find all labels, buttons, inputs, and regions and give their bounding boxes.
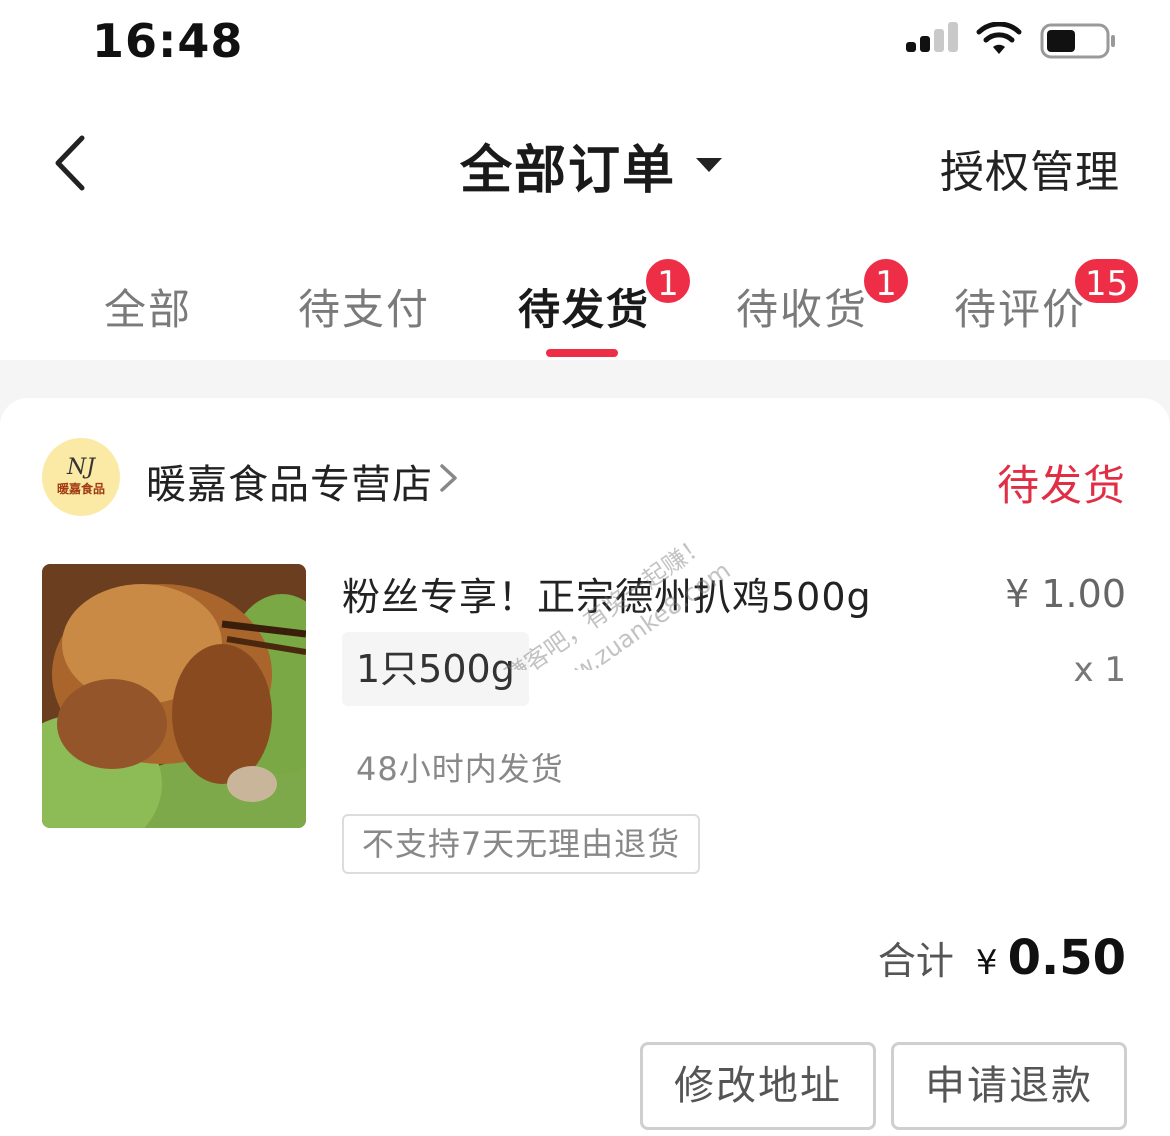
wifi-icon <box>976 22 1022 54</box>
chevron-right-icon[interactable] <box>436 460 462 496</box>
order-total: 合计 ¥ 0.50 <box>878 930 1126 986</box>
shop-logo[interactable]: NJ 暖嘉食品 <box>42 438 120 516</box>
product-image[interactable] <box>42 564 306 828</box>
total-amount: 0.50 <box>1007 930 1126 986</box>
tab-pending-payment[interactable]: 待支付 <box>298 276 430 337</box>
order-filter-dropdown[interactable]: 全部订单 <box>460 130 723 201</box>
tab-badge-pending-review: 15 <box>1072 256 1142 306</box>
page-title: 全部订单 <box>460 140 677 201</box>
shop-name[interactable]: 暖嘉食品专营店 <box>146 452 433 510</box>
tab-pending-review[interactable]: 待评价 <box>954 276 1086 337</box>
cellular-signal-icon <box>906 22 958 52</box>
order-status: 待发货 <box>996 461 1126 510</box>
active-tab-indicator <box>546 349 618 357</box>
shop-logo-mark: NJ <box>66 455 96 480</box>
tab-badge-pending-receipt: 1 <box>861 256 911 306</box>
return-policy-tag: 不支持7天无理由退货 <box>342 814 700 874</box>
shop-logo-text: 暖嘉食品 <box>56 482 105 496</box>
product-spec: 1只500g <box>342 632 529 706</box>
tab-badge-pending-shipment: 1 <box>643 256 693 306</box>
product-name[interactable]: 粉丝专享！正宗德州扒鸡500g <box>342 566 872 621</box>
tab-all[interactable]: 全部 <box>104 276 192 337</box>
tab-pending-shipment[interactable]: 待发货 <box>518 276 650 337</box>
product-quantity: x 1 <box>1073 650 1126 690</box>
product-price: ¥ 1.00 <box>1005 572 1126 616</box>
caret-down-icon <box>696 158 723 172</box>
authorization-management-link[interactable]: 授权管理 <box>940 136 1120 200</box>
request-refund-button[interactable]: 申请退款 <box>891 1042 1127 1130</box>
modify-address-button[interactable]: 修改地址 <box>640 1042 876 1130</box>
total-currency: ¥ <box>975 943 998 983</box>
total-label: 合计 <box>877 939 954 983</box>
status-time: 16:48 <box>92 14 244 68</box>
shipping-note: 48小时内发货 <box>356 750 564 788</box>
battery-icon <box>1040 23 1115 59</box>
back-arrow-icon[interactable] <box>44 128 100 198</box>
tab-pending-receipt[interactable]: 待收货 <box>736 276 868 337</box>
